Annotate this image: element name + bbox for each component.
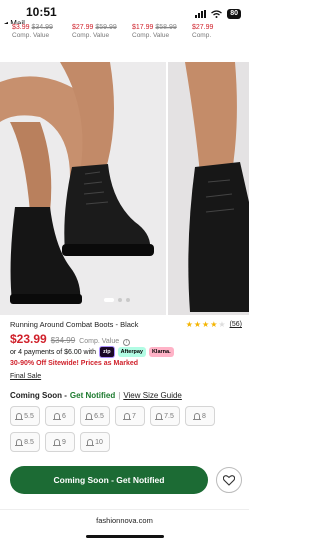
installments-text: or 4 payments of $6.00 with [10, 348, 96, 356]
afterpay-badge[interactable]: Afterpay [117, 347, 146, 357]
wishlist-button[interactable] [216, 467, 242, 493]
size-option[interactable]: 9 [45, 432, 75, 452]
bell-icon [123, 413, 132, 420]
get-notified-link[interactable]: Get Notified [70, 391, 115, 400]
clock: 10:51 [26, 5, 57, 19]
bell-icon [53, 413, 62, 420]
browser-url-bar[interactable]: fashionnova.com [0, 509, 249, 531]
product-image-gallery[interactable] [0, 62, 249, 315]
size-option[interactable]: 7.5 [150, 406, 180, 426]
home-indicator[interactable] [86, 535, 164, 538]
review-count[interactable]: (56) [230, 321, 242, 328]
star-icon: ★ [185, 320, 193, 329]
recommendation-item[interactable]: $17.99 $58.99 Comp. Value [132, 24, 188, 46]
gallery-dot[interactable] [126, 298, 130, 302]
bell-icon [53, 439, 62, 446]
size-option[interactable]: 6.5 [80, 406, 110, 426]
bell-icon [155, 413, 164, 420]
klarna-badge[interactable]: Klarna. [148, 347, 174, 357]
rating-stars[interactable]: ★ ★ ★ ★ ★ (56) [186, 320, 242, 329]
recommendation-item[interactable]: $27.99 $59.99 Comp. Value [72, 24, 128, 46]
size-option[interactable]: 6 [45, 406, 75, 426]
bell-icon [86, 439, 95, 446]
wifi-icon [211, 10, 223, 18]
signal-icon [195, 10, 207, 18]
gallery-dot[interactable] [118, 298, 122, 302]
availability-row: Coming Soon - Get Notified | View Size G… [10, 391, 182, 400]
star-half-icon: ★ [218, 320, 226, 329]
original-price: $34.99 [50, 336, 76, 345]
size-selector: 5.5 6 6.5 7 7.5 8 8.5 9 10 [10, 406, 242, 452]
size-guide-link[interactable]: View Size Guide [123, 391, 182, 400]
gallery-pagination[interactable] [104, 298, 130, 302]
promo-text: 30-90% Off Sitewide! Prices as Marked [10, 360, 138, 367]
final-sale-link[interactable]: Final Sale [10, 373, 41, 380]
size-option[interactable]: 8 [185, 406, 215, 426]
size-option[interactable]: 7 [115, 406, 145, 426]
sale-price: $23.99 [10, 332, 47, 346]
info-icon[interactable]: i [123, 339, 131, 346]
star-icon: ★ [202, 320, 210, 329]
product-image [0, 62, 249, 315]
recommendation-strip[interactable]: $3.99 $34.99 Comp. Value $27.99 $59.99 C… [0, 24, 249, 46]
cta-row: Coming Soon - Get Notified [10, 466, 242, 494]
bell-icon [15, 439, 24, 446]
size-option[interactable]: 5.5 [10, 406, 40, 426]
url-text[interactable]: fashionnova.com [96, 516, 153, 525]
bell-icon [15, 413, 24, 420]
size-option[interactable]: 10 [80, 432, 110, 452]
recommendation-item[interactable]: $27.99 Comp. [192, 24, 248, 46]
product-title: Running Around Combat Boots - Black [10, 320, 139, 329]
star-icon: ★ [210, 320, 218, 329]
status-icons: 80 [195, 9, 241, 19]
size-option[interactable]: 8.5 [10, 432, 40, 452]
zip-badge[interactable]: zip [99, 346, 115, 358]
installments-row: or 4 payments of $6.00 with zip Afterpay… [10, 346, 174, 358]
get-notified-button[interactable]: Coming Soon - Get Notified [10, 466, 208, 494]
battery-icon: 80 [227, 9, 241, 19]
star-icon: ★ [193, 320, 202, 329]
coming-soon-label: Coming Soon - [10, 391, 67, 400]
product-title-row: Running Around Combat Boots - Black ★ ★ … [10, 320, 242, 329]
gallery-dot-active[interactable] [104, 298, 114, 302]
comp-value-label: Comp. Value [79, 338, 120, 345]
separator: | [118, 391, 121, 400]
price-row: $23.99 $34.99 Comp. Value i [10, 332, 131, 346]
heart-icon [223, 474, 235, 486]
recommendation-item[interactable]: $3.99 $34.99 Comp. Value [12, 24, 68, 46]
bell-icon [193, 413, 202, 420]
bell-icon [85, 413, 94, 420]
